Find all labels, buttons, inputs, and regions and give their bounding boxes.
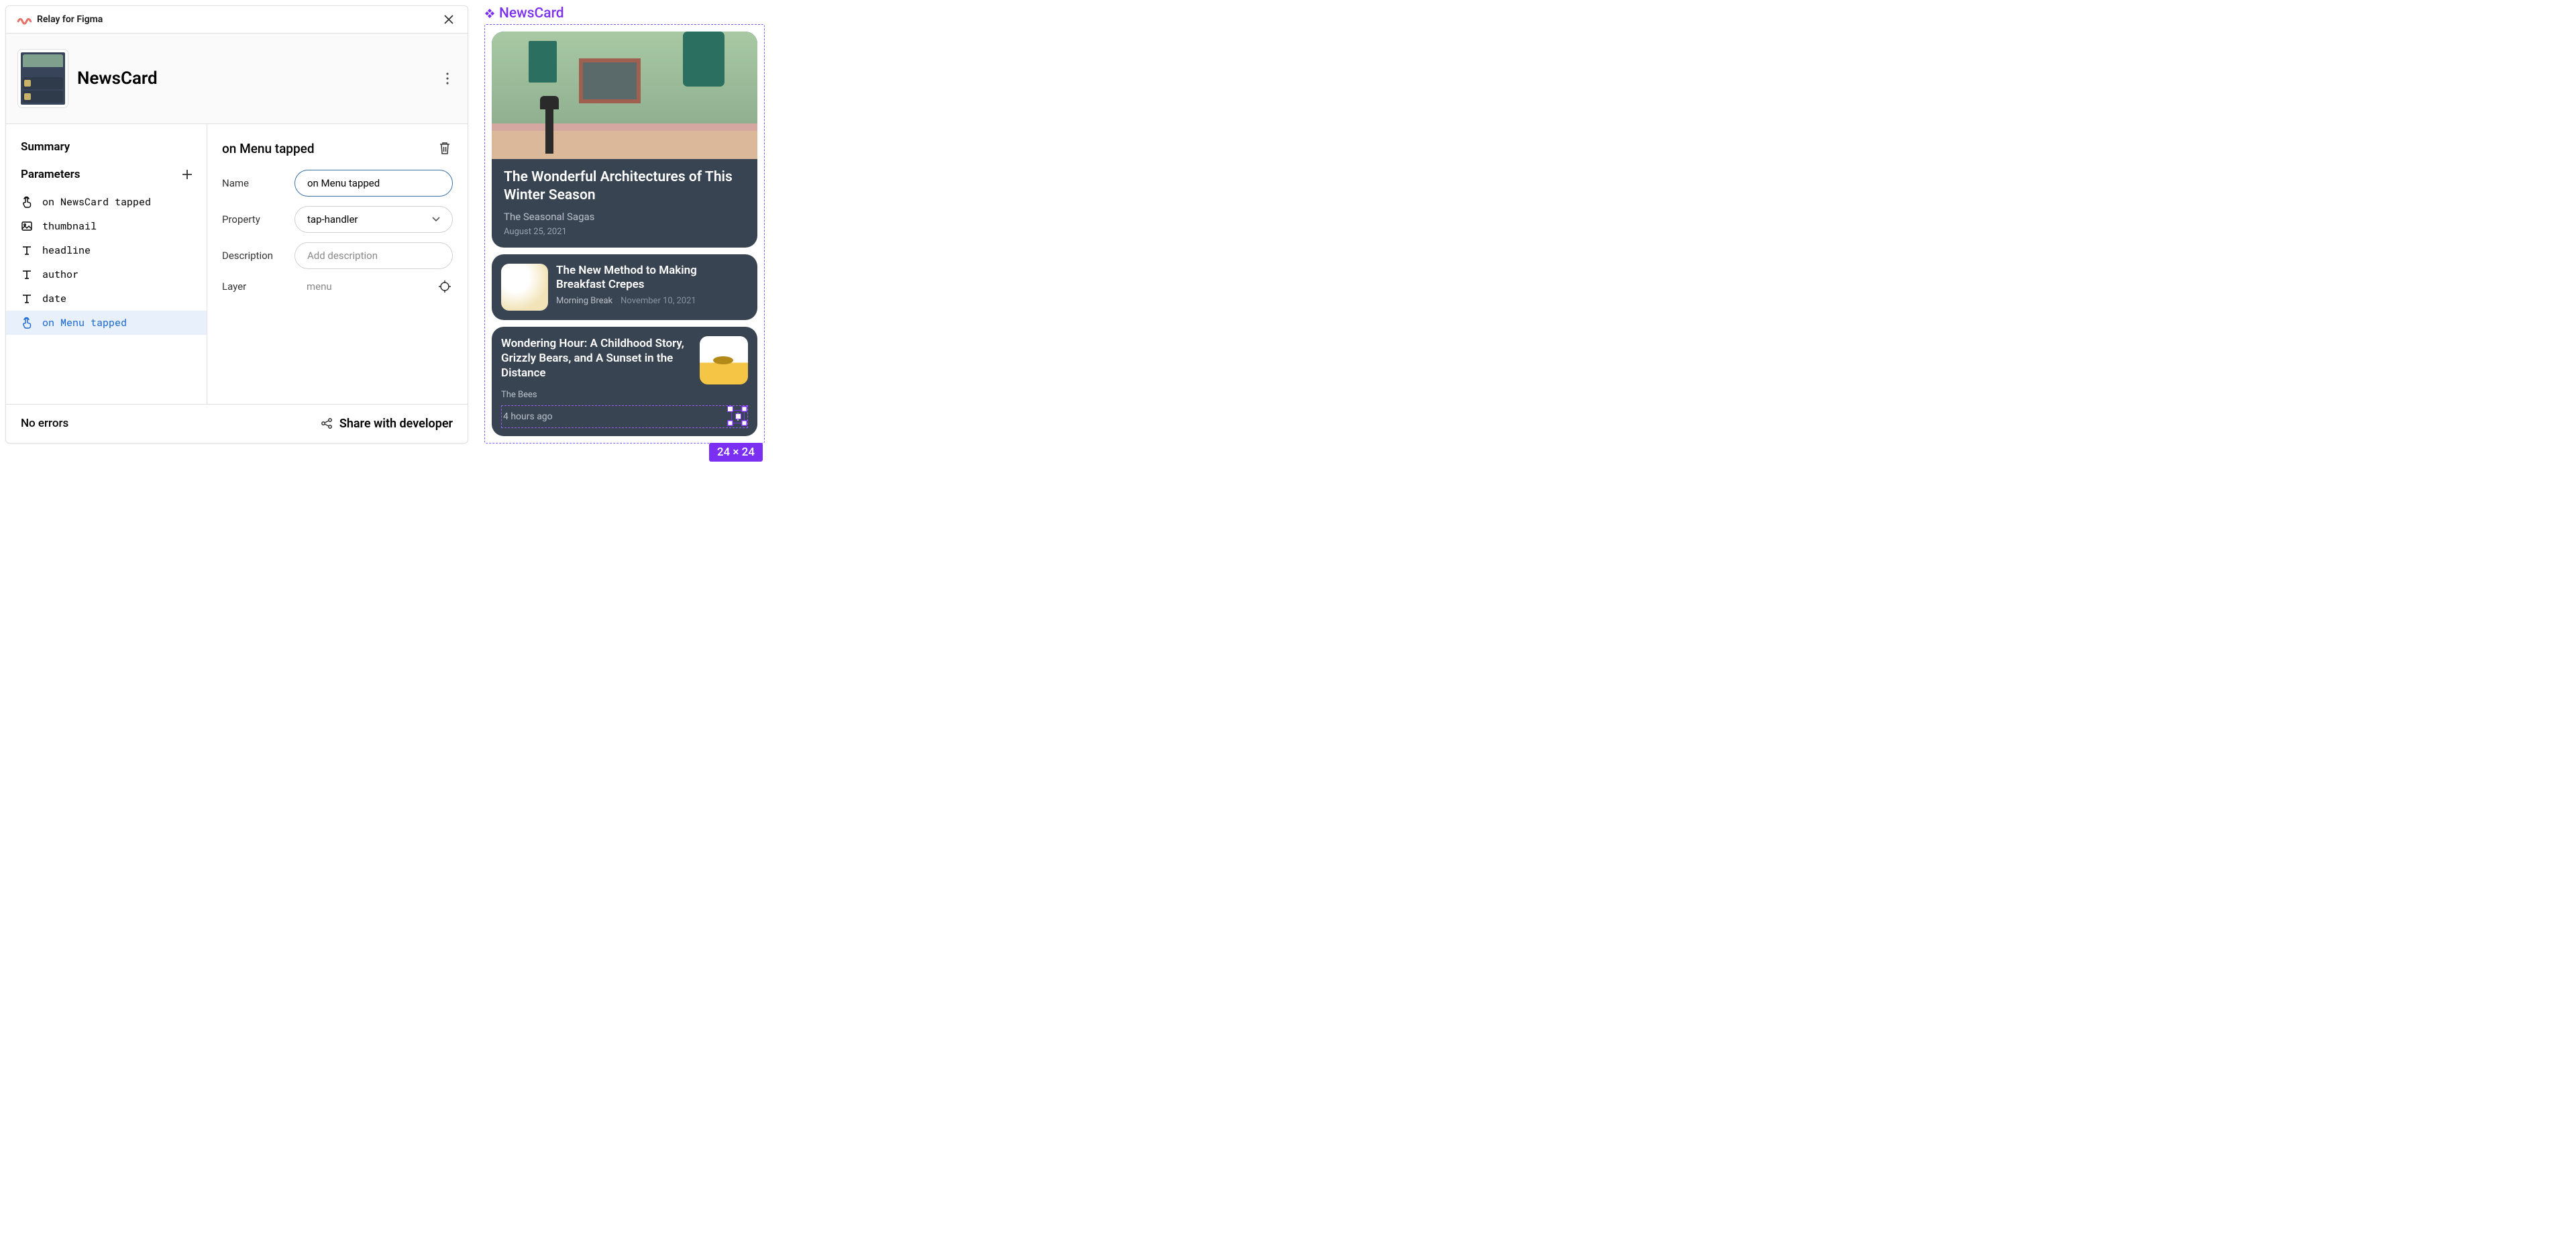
kebab-icon [446,72,449,85]
name-label: Name [222,177,284,189]
parameter-label: thumbnail [42,219,97,233]
parameter-list: on NewsCard tapped thumbnail headline autho… [6,190,207,335]
delete-button[interactable] [437,140,453,156]
text-icon [21,268,33,280]
pick-layer-button[interactable] [437,278,453,295]
third-headline: Wondering Hour: A Childhood Story, Grizz… [501,336,692,384]
property-value: tap-handler [307,213,358,225]
parameter-item[interactable]: on Menu tapped [6,311,207,335]
row-headline: The New Method to Making Breakfast Crepe… [556,264,748,293]
frame-label[interactable]: NewsCard [484,5,765,21]
parameter-label: on Menu tapped [42,316,127,329]
row-author: Morning Break [556,296,612,306]
close-button[interactable] [441,11,457,28]
panel-body: Summary Parameters on NewsCard tapped thu… [6,124,468,404]
description-input[interactable] [294,242,453,269]
hero-author: The Seasonal Sagas [504,211,745,223]
name-field-row: Name [222,170,453,197]
detail-header: on Menu tapped [222,140,453,156]
property-select[interactable]: tap-handler [294,206,453,233]
layer-label: Layer [222,280,284,293]
parameter-item[interactable]: headline [6,238,207,262]
detail-title: on Menu tapped [222,141,315,156]
hero-date: August 25, 2021 [504,227,745,237]
share-label: Share with developer [339,417,453,431]
hero-headline: The Wonderful Architectures of This Wint… [504,168,745,205]
text-icon [21,244,33,256]
detail-column: on Menu tapped Name Property tap-handler [207,124,468,404]
frame-label-text: NewsCard [499,5,564,21]
parameters-heading: Parameters [21,168,80,181]
close-icon [443,13,455,25]
row-date: November 10, 2021 [621,296,696,306]
description-field-row: Description [222,242,453,269]
frame-newscard[interactable]: The Wonderful Architectures of This Wint… [484,24,765,444]
kebab-icon [731,410,745,423]
share-icon [321,417,333,429]
relay-logo-icon [17,15,32,24]
relay-panel: Relay for Figma NewsCard Summary Paramet… [5,5,468,444]
figma-canvas: NewsCard The Wonderful Architectures of … [484,5,765,444]
name-input[interactable] [294,170,453,197]
parameter-item[interactable]: thumbnail [6,214,207,238]
component-name: NewsCard [77,68,439,89]
plus-icon [181,168,193,180]
selected-layer-region: 4 hours ago [501,405,748,428]
card-third[interactable]: Wondering Hour: A Childhood Story, Grizz… [492,327,757,436]
parameter-item[interactable]: author [6,262,207,287]
third-author: The Bees [501,390,748,400]
text-icon [21,293,33,305]
card-hero[interactable]: The Wonderful Architectures of This Wint… [492,32,757,248]
description-label: Description [222,250,284,262]
third-time: 4 hours ago [503,411,553,422]
chevron-down-icon [432,217,440,222]
component-header: NewsCard [6,34,468,124]
panel-footer: No errors Share with developer [6,404,468,443]
row-image [501,264,548,311]
component-menu-button[interactable] [439,70,455,87]
panel-title: Relay for Figma [37,14,441,25]
trash-icon [439,142,451,155]
tap-icon [21,196,33,208]
layer-field-row: Layer menu [222,278,453,295]
card-row[interactable]: The New Method to Making Breakfast Crepe… [492,254,757,320]
summary-column: Summary Parameters on NewsCard tapped thu… [6,124,207,404]
menu-icon-selected[interactable] [730,409,746,425]
error-status: No errors [21,417,68,430]
tap-icon [21,317,33,329]
parameter-label: on NewsCard tapped [42,195,151,209]
share-button[interactable]: Share with developer [321,417,453,431]
parameter-item[interactable]: on NewsCard tapped [6,190,207,214]
parameter-item[interactable]: date [6,287,207,311]
property-label: Property [222,213,284,225]
summary-heading: Summary [6,140,207,166]
selection-dimensions: 24 × 24 [709,443,763,462]
component-icon [484,8,495,19]
property-field-row: Property tap-handler [222,206,453,233]
component-thumbnail [18,50,68,107]
third-image [700,336,748,384]
panel-header: Relay for Figma [6,6,468,34]
add-parameter-button[interactable] [178,166,196,183]
parameter-label: author [42,268,78,281]
layer-value: menu [294,280,426,293]
crosshair-icon [438,280,451,293]
parameter-label: headline [42,244,91,257]
hero-image [492,32,757,159]
parameter-label: date [42,292,66,305]
parameters-header: Parameters [6,166,207,190]
image-icon [21,220,33,232]
